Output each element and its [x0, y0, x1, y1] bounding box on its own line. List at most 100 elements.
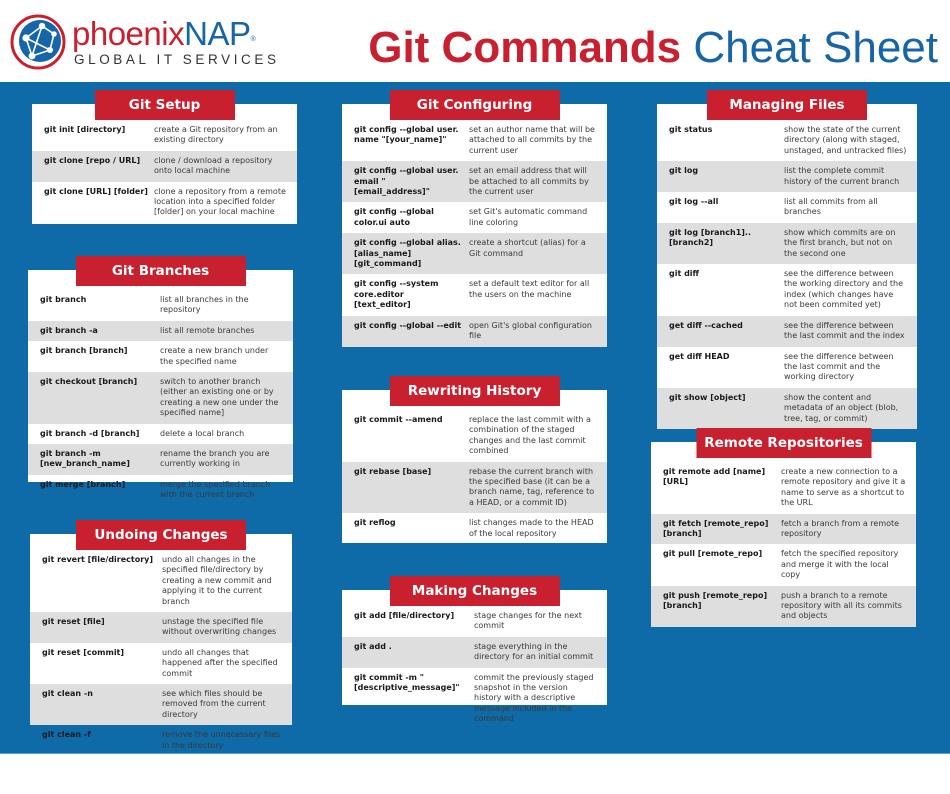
command-row: git rebase [base] rebase the current bran…	[342, 461, 607, 514]
command-description: set an author name that will be attached…	[469, 125, 595, 155]
command-description: list the complete commit history of the …	[784, 166, 900, 186]
command-name: git init [directory]	[44, 125, 126, 134]
command-name: git config --global color.ui auto	[354, 207, 434, 227]
command-description: clone / download a repository onto local…	[154, 155, 273, 176]
command-description: fetch a branch from a remote repository	[781, 518, 900, 539]
section-undoing-changes: Undoing Changes git revert [file/director…	[30, 520, 292, 750]
command-description: create a Git repository from an existing…	[154, 125, 278, 145]
command-description: list all remote branches	[160, 325, 255, 335]
command-description: fetch the specified repository and merge…	[781, 549, 899, 580]
command-description: list all commits from all branches	[784, 197, 878, 217]
command-description: show which commits are on the first bran…	[784, 227, 896, 258]
command-row: git config --global user. name "[your_na…	[342, 120, 607, 161]
command-row: git reset [commit] undo all changes that …	[30, 643, 292, 684]
command-name: git merge [branch]	[40, 479, 126, 489]
command-description: delete a local branch	[160, 428, 245, 438]
command-name: git branch	[40, 295, 87, 304]
section-title: Git Configuring	[389, 90, 560, 120]
command-row: git show [object] show the content and me…	[657, 387, 917, 429]
command-row: git config --global user. email " [email…	[342, 161, 607, 203]
command-list: git revert [file/directory] undo all chan…	[30, 550, 292, 756]
section-git-setup: Git Setup git init [directory] create a Gi…	[32, 90, 297, 224]
command-name: git status	[669, 125, 713, 134]
command-description: commit the previously staged snapshot in…	[474, 672, 594, 724]
command-description: rename the branch you are currently work…	[160, 449, 270, 469]
command-description: switch to another branch (either an exis…	[160, 377, 279, 418]
command-row: git branch -d [branch] delete a local bra…	[28, 424, 293, 444]
command-description: rebase the current branch with the speci…	[469, 466, 595, 507]
section-title: Git Setup	[94, 90, 235, 120]
section-git-branches: Git Branches git branch list all branches …	[28, 256, 293, 499]
section-git-configuring: Git Configuring git config --global user.…	[342, 90, 607, 347]
command-row: git clone [repo / URL] clone / download a…	[32, 150, 297, 182]
command-description: set Git's automatic command line colorin…	[469, 207, 588, 227]
command-row: git branch -a list all remote branches	[28, 320, 293, 342]
command-name: git reset [file]	[42, 617, 105, 627]
command-list: git status show the state of the current …	[657, 120, 917, 429]
command-name: git add .	[354, 641, 392, 651]
command-row: git clean -f remove the unnecessary files…	[30, 725, 292, 756]
command-row: git reset [file] unstage the specified fi…	[30, 612, 292, 643]
section-title: Git Branches	[75, 256, 246, 286]
command-row: git fetch [remote_repo] [branch] fetch a …	[651, 513, 916, 545]
command-description: show the content and metadata of an obje…	[784, 392, 899, 423]
command-description: clone a repository from a remote locatio…	[154, 186, 286, 217]
command-description: set an email address that will be attach…	[469, 166, 589, 197]
logo-wordmark: phoenixNAP®	[72, 15, 256, 52]
command-name: git config --global --edit	[354, 320, 462, 330]
command-row: git diff see the difference between the w…	[657, 264, 917, 316]
command-list: git init [directory] create a Git reposit…	[32, 120, 297, 223]
command-row: get diff HEAD see the difference between …	[657, 347, 917, 388]
command-name: git reflog	[354, 518, 396, 528]
command-list: git branch list all branches in the repos…	[28, 290, 293, 506]
command-description: set a default text editor for all the us…	[469, 279, 590, 299]
command-description: undo all changes in the specified file/d…	[162, 555, 272, 606]
command-name: git config --global alias. [alias_name] …	[354, 238, 461, 269]
section-title: Managing Files	[707, 90, 867, 120]
page-title-light: Cheat Sheet	[681, 23, 938, 72]
command-list: git add [file/directory] stage changes fo…	[342, 606, 607, 730]
logo-tagline: GLOBAL IT SERVICES	[74, 52, 280, 67]
command-row: git revert [file/directory] undo all chan…	[30, 550, 292, 612]
command-description: unstage the specified file without overw…	[162, 617, 277, 637]
section-making-changes: Making Changes git add [file/directory] st…	[342, 576, 607, 723]
command-row: git log list the complete commit history …	[657, 161, 917, 193]
command-description: create a new branch under the specified …	[160, 346, 269, 366]
command-name: get diff HEAD	[669, 351, 730, 361]
command-row: git log --all list all commits from all b…	[657, 192, 917, 223]
command-description: see the difference between the last comm…	[784, 320, 905, 341]
command-name: git branch [branch]	[40, 346, 128, 356]
command-name: git remote add [name] [URL]	[663, 467, 766, 487]
section-title: Rewriting History	[389, 376, 560, 406]
command-row: git remote add [name] [URL] create a new …	[651, 462, 916, 514]
command-description: see the difference between the working d…	[784, 269, 903, 310]
command-name: git config --global user. name "[your_na…	[354, 125, 459, 145]
command-name: git config --system core.editor [text_ed…	[354, 279, 439, 310]
command-name: git config --global user. email " [email…	[354, 166, 459, 197]
section-title: Undoing Changes	[76, 520, 246, 550]
command-row: git config --global alias. [alias_name] …	[342, 233, 607, 275]
header: phoenixNAP® GLOBAL IT SERVICES Git Comma…	[0, 0, 950, 82]
command-list: git commit --amend replace the last commi…	[342, 410, 607, 544]
command-list: git remote add [name] [URL] create a new …	[651, 462, 916, 627]
command-name: get diff --cached	[669, 320, 743, 330]
command-name: git reset [commit]	[42, 647, 125, 657]
command-row: git commit --amend replace the last commi…	[342, 410, 607, 462]
command-name: git diff	[669, 269, 700, 279]
section-remote-repositories: Remote Repositories git remote add [name]…	[651, 428, 916, 627]
logo-text-phoenix: phoenix	[72, 15, 185, 52]
command-description: undo all changes that happened after the…	[162, 647, 278, 678]
command-row: git clean -n see which files should be re…	[30, 684, 292, 726]
command-row: git config --global --edit open Git's glo…	[342, 315, 607, 347]
section-rewriting-history: Rewriting History git commit --amend repla…	[342, 376, 607, 544]
command-row: git init [directory] create a Git reposit…	[32, 120, 297, 151]
command-row: git reflog list changes made to the HEAD …	[342, 513, 607, 544]
command-description: see the difference between the last comm…	[784, 351, 894, 382]
section-title: Remote Repositories	[696, 428, 871, 458]
command-name: git clone [repo / URL]	[44, 155, 141, 165]
phoenixnap-logo: phoenixNAP® GLOBAL IT SERVICES	[10, 12, 310, 72]
command-description: remove the unnecessary files in the dire…	[162, 730, 281, 750]
command-name: git add [file/directory]	[354, 611, 455, 620]
command-description: see which files should be removed from t…	[162, 689, 266, 719]
registered-mark: ®	[250, 36, 256, 43]
